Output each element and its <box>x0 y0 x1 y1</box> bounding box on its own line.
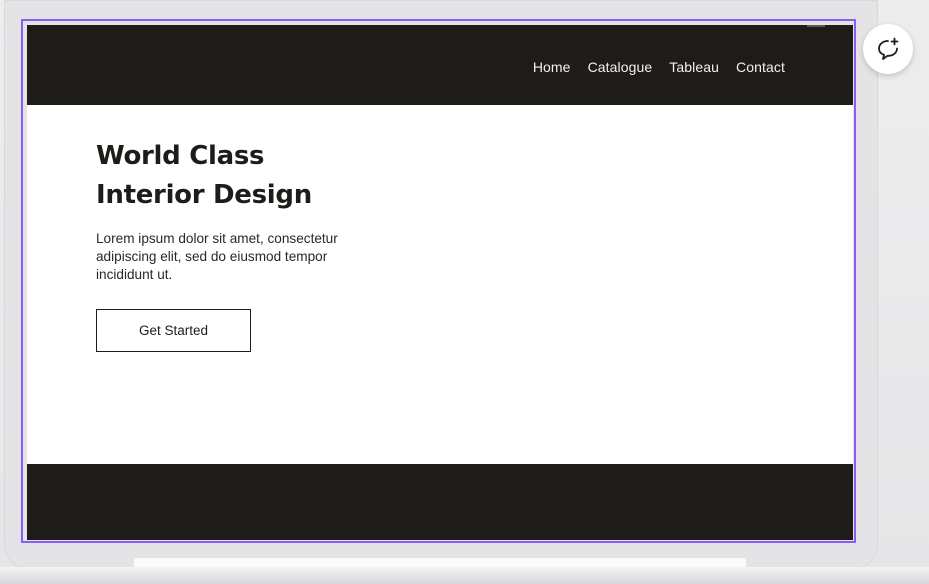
laptop-mockup: Home Catalogue Tableau Contact World Cla… <box>0 0 929 584</box>
laptop-base-highlight <box>134 558 746 567</box>
add-comment-button[interactable] <box>863 24 913 74</box>
selection-outline <box>21 19 856 543</box>
laptop-base <box>0 567 929 584</box>
add-comment-icon <box>878 37 899 60</box>
